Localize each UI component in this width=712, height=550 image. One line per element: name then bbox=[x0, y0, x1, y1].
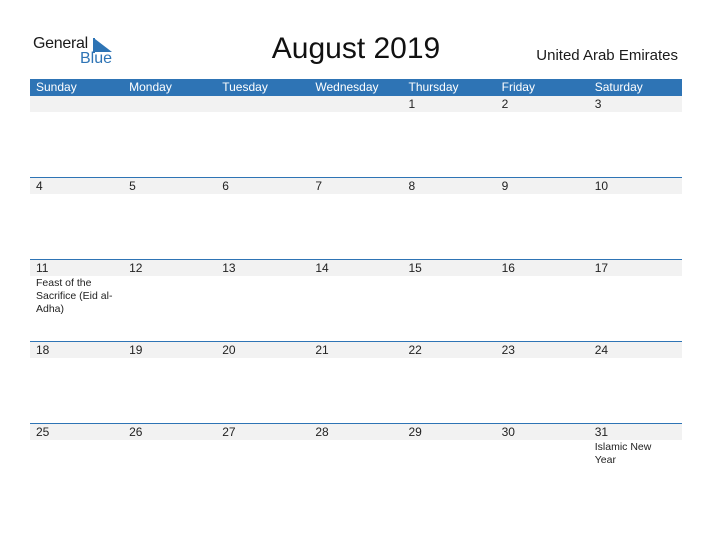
day-number: 27 bbox=[222, 425, 236, 439]
day-number: 5 bbox=[129, 179, 136, 193]
day-cell: 29 bbox=[403, 424, 496, 467]
day-cell: 7 bbox=[309, 178, 402, 194]
day-number: 6 bbox=[222, 179, 229, 193]
day-number: 25 bbox=[36, 425, 50, 439]
day-cell: 13 bbox=[216, 260, 309, 316]
holiday-label: Feast of the Sacrifice (Eid al-Adha) bbox=[36, 277, 113, 315]
day-cell bbox=[216, 96, 309, 112]
day-number: 10 bbox=[594, 179, 609, 193]
day-number: 4 bbox=[36, 179, 43, 193]
weekday-monday: Monday bbox=[129, 80, 172, 94]
weekday-wednesday: Wednesday bbox=[315, 80, 379, 94]
day-cell: 15 bbox=[403, 260, 496, 316]
day-cell: 21 bbox=[309, 342, 402, 358]
day-cell: 28 bbox=[309, 424, 402, 467]
day-cell: 1 bbox=[403, 96, 496, 112]
day-cell bbox=[309, 96, 402, 112]
day-cell: 30 bbox=[496, 424, 589, 467]
day-number bbox=[129, 96, 216, 112]
day-cell bbox=[123, 96, 216, 112]
day-cell: 11 Feast of the Sacrifice (Eid al-Adha) bbox=[30, 260, 123, 316]
day-number: 20 bbox=[222, 343, 236, 357]
day-cell: 19 bbox=[123, 342, 216, 358]
day-cell: 16 bbox=[496, 260, 589, 316]
day-number: 7 bbox=[315, 179, 323, 193]
day-cell: 26 bbox=[123, 424, 216, 467]
day-cell: 24 bbox=[589, 342, 682, 358]
day-cell: 17 bbox=[589, 260, 682, 316]
day-number: 21 bbox=[315, 343, 329, 357]
calendar-grid: Sunday Monday Tuesday Wednesday Thursday… bbox=[30, 79, 682, 505]
week-row: 18 19 20 21 22 23 24 bbox=[30, 341, 682, 423]
weekday-sunday: Sunday bbox=[36, 80, 77, 94]
day-number: 29 bbox=[408, 425, 422, 439]
day-cell: 2 bbox=[496, 96, 589, 112]
day-number: 31 bbox=[594, 425, 609, 439]
weekday-header: Sunday Monday Tuesday Wednesday Thursday… bbox=[30, 79, 682, 96]
day-cell: 4 bbox=[30, 178, 123, 194]
week-row: 1 2 3 bbox=[30, 96, 682, 177]
day-number: 3 bbox=[594, 97, 602, 111]
weekday-tuesday: Tuesday bbox=[222, 80, 268, 94]
day-cell: 31 Islamic New Year bbox=[589, 424, 682, 467]
day-cell: 8 bbox=[403, 178, 496, 194]
day-number: 2 bbox=[501, 97, 509, 111]
day-cell: 23 bbox=[496, 342, 589, 358]
day-number: 9 bbox=[501, 179, 509, 193]
day-number: 28 bbox=[315, 425, 329, 439]
day-number: 30 bbox=[501, 425, 515, 439]
day-number: 17 bbox=[594, 261, 609, 275]
day-number: 8 bbox=[408, 179, 416, 193]
day-cell: 18 bbox=[30, 342, 123, 358]
day-number bbox=[222, 96, 309, 112]
day-number: 16 bbox=[501, 261, 515, 275]
week-row: 11 Feast of the Sacrifice (Eid al-Adha) 12… bbox=[30, 259, 682, 341]
day-number: 19 bbox=[129, 343, 143, 357]
day-number bbox=[36, 96, 123, 112]
day-cell bbox=[30, 96, 123, 112]
day-number: 24 bbox=[594, 343, 609, 357]
day-cell: 27 bbox=[216, 424, 309, 467]
day-cell: 10 bbox=[589, 178, 682, 194]
day-number: 18 bbox=[36, 343, 50, 357]
day-cell: 3 bbox=[589, 96, 682, 112]
day-cell: 9 bbox=[496, 178, 589, 194]
day-number: 13 bbox=[222, 261, 236, 275]
day-number: 1 bbox=[408, 97, 416, 111]
country-label: United Arab Emirates bbox=[536, 47, 678, 64]
week-row: 25 26 27 28 29 30 31 Islamic New Year bbox=[30, 423, 682, 505]
day-number: 23 bbox=[501, 343, 515, 357]
day-number: 22 bbox=[408, 343, 422, 357]
day-number: 11 bbox=[36, 261, 49, 275]
holiday-label: Islamic New Year bbox=[594, 441, 652, 466]
weekday-saturday: Saturday bbox=[594, 80, 643, 94]
day-number: 14 bbox=[315, 261, 329, 275]
day-cell: 6 bbox=[216, 178, 309, 194]
day-cell: 5 bbox=[123, 178, 216, 194]
week-row: 4 5 6 7 8 9 10 bbox=[30, 177, 682, 259]
day-number: 15 bbox=[408, 261, 422, 275]
weekday-thursday: Thursday bbox=[408, 80, 459, 94]
day-cell: 12 bbox=[123, 260, 216, 316]
day-number: 26 bbox=[129, 425, 143, 439]
day-cell: 25 bbox=[30, 424, 123, 467]
day-number bbox=[315, 96, 402, 112]
day-number: 12 bbox=[129, 261, 143, 275]
day-cell: 14 bbox=[309, 260, 402, 316]
day-cell: 20 bbox=[216, 342, 309, 358]
day-cell: 22 bbox=[403, 342, 496, 358]
weekday-friday: Friday bbox=[501, 80, 535, 94]
